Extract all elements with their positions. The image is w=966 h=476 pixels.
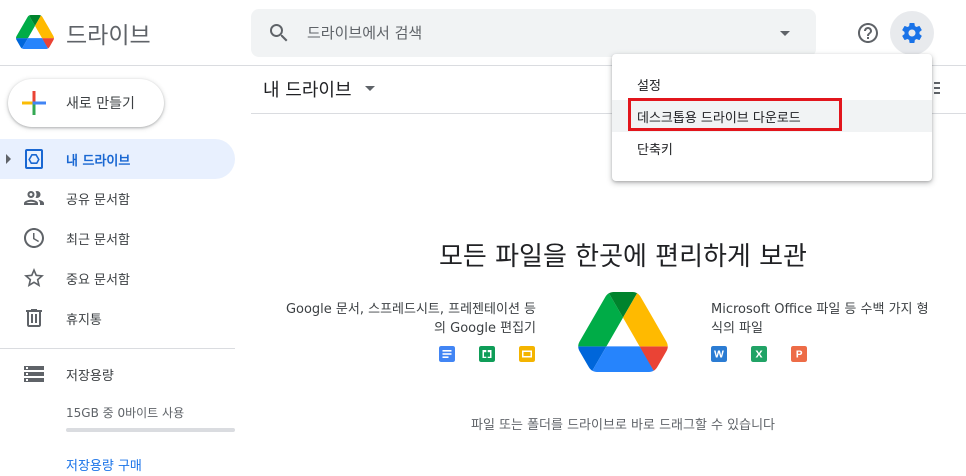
desc-line: Microsoft Office 파일 등 수백 가지 형 xyxy=(711,302,929,317)
drive-large-logo-icon xyxy=(578,292,668,372)
sidebar-item-label: 휴지통 xyxy=(66,313,102,328)
google-sheets-icon xyxy=(479,346,495,362)
menu-item-label: 설정 xyxy=(637,79,661,94)
google-docs-icon xyxy=(439,346,455,362)
sidebar-item-my-drive[interactable]: 내 드라이브 xyxy=(0,139,235,179)
new-button[interactable]: 새로 만들기 xyxy=(8,79,164,127)
sidebar-divider xyxy=(0,348,235,349)
storage-icon xyxy=(24,366,44,382)
excel-file-icon xyxy=(751,346,767,362)
drag-drop-hint: 파일 또는 폴더를 드라이브로 바로 드래그할 수 있습니다 xyxy=(470,418,775,433)
sidebar-item-label: 최근 문서함 xyxy=(66,233,130,248)
highlight-annotation-box xyxy=(628,98,842,131)
app-title: 드라이브 xyxy=(66,23,151,49)
search-icon[interactable] xyxy=(267,21,291,45)
page-title[interactable]: 내 드라이브 xyxy=(263,76,352,102)
settings-button[interactable] xyxy=(890,11,934,55)
expand-arrow-icon[interactable] xyxy=(6,154,11,164)
office-files-description: Microsoft Office 파일 등 수백 가지 형 식의 파일 xyxy=(711,300,951,338)
people-icon xyxy=(24,191,44,205)
desc-line: 식의 파일 xyxy=(711,321,763,336)
sidebar-item-label: 중요 문서함 xyxy=(66,273,130,288)
desc-line: 의 Google 편집기 xyxy=(434,321,536,336)
sidebar-item-starred[interactable]: 중요 문서함 xyxy=(0,258,235,298)
drive-logo-icon[interactable] xyxy=(16,14,54,50)
my-drive-icon xyxy=(25,149,43,169)
word-file-icon xyxy=(711,346,727,362)
plus-icon xyxy=(22,91,46,115)
powerpoint-file-icon xyxy=(791,346,807,362)
menu-item-shortcuts[interactable]: 단축키 xyxy=(612,132,932,164)
desc-line: Google 문서, 스프레드시트, 프레젠테이션 등 xyxy=(285,302,536,317)
clock-icon xyxy=(24,228,44,248)
sidebar-item-recent[interactable]: 최근 문서함 xyxy=(0,218,235,258)
storage-progress-bar xyxy=(66,428,235,432)
sidebar-item-shared[interactable]: 공유 문서함 xyxy=(0,178,235,218)
menu-item-settings[interactable]: 설정 xyxy=(612,68,932,100)
google-editors-description: Google 문서, 스프레드시트, 프레젠테이션 등 의 Google 편집기 xyxy=(251,300,536,338)
storage-usage-text: 15GB 중 0바이트 사용 xyxy=(66,406,185,420)
sidebar-item-label: 공유 문서함 xyxy=(66,193,130,208)
menu-item-label: 단축키 xyxy=(637,143,673,158)
star-icon xyxy=(24,268,44,287)
sidebar-item-trash[interactable]: 휴지통 xyxy=(0,298,235,338)
search-bar[interactable] xyxy=(251,9,816,57)
title-dropdown-icon[interactable] xyxy=(365,86,375,91)
help-icon[interactable] xyxy=(856,21,880,45)
new-button-label: 새로 만들기 xyxy=(66,96,135,112)
gear-icon xyxy=(902,22,922,43)
sidebar-item-label: 저장용량 xyxy=(66,369,114,384)
buy-storage-link[interactable]: 저장용량 구매 xyxy=(66,455,142,474)
search-options-icon[interactable] xyxy=(773,21,797,45)
empty-state-title: 모든 파일을 한곳에 편리하게 보관 xyxy=(439,242,807,272)
trash-icon xyxy=(26,309,42,327)
settings-menu: 설정 데스크톱용 드라이브 다운로드 단축키 xyxy=(612,54,932,181)
sidebar-item-storage[interactable]: 저장용량 xyxy=(0,354,235,394)
search-input[interactable] xyxy=(307,19,767,47)
sidebar-item-label: 내 드라이브 xyxy=(66,154,131,169)
google-slides-icon xyxy=(519,346,535,362)
